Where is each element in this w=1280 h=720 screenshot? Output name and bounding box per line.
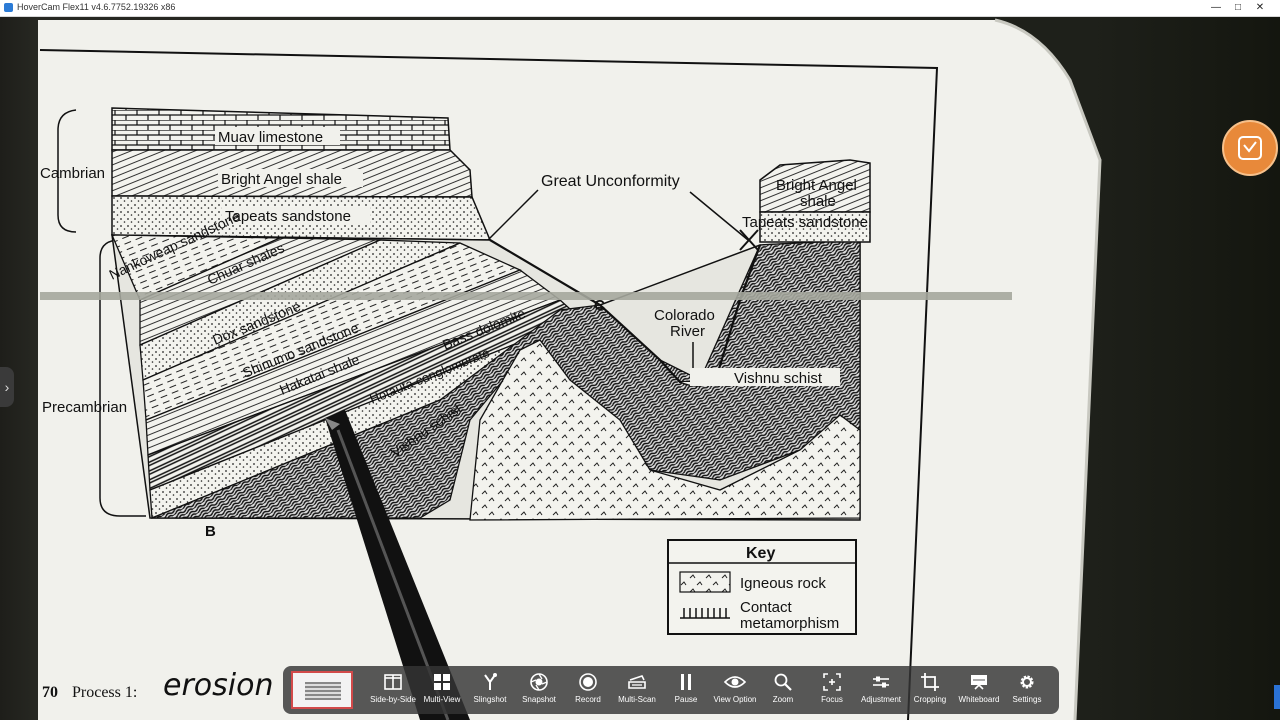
precambrian-label: Precambrian xyxy=(42,399,127,416)
focus-button[interactable]: Focus xyxy=(808,670,856,712)
question-label: Process 1: xyxy=(72,684,137,701)
record-button[interactable]: Record xyxy=(564,670,612,712)
camera-view: Muav limestone Bright Angel shale Tapeat… xyxy=(0,17,1280,720)
side-by-side-label: Side-by-Side xyxy=(370,695,416,704)
slingshot-label: Slingshot xyxy=(473,695,507,704)
whiteboard-label: Whiteboard xyxy=(958,695,1000,704)
preview-thumbnail[interactable] xyxy=(291,671,353,709)
vishnu-right-label: Vishnu schist xyxy=(734,370,823,387)
logo-icon[interactable] xyxy=(1222,120,1278,176)
multi-scan-label: Multi-Scan xyxy=(618,695,656,704)
pause-icon xyxy=(681,674,691,690)
slingshot-button[interactable]: Slingshot xyxy=(466,670,514,712)
app-icon xyxy=(4,3,13,12)
focus-icon xyxy=(823,673,841,691)
close-button[interactable]: ✕ xyxy=(1240,0,1280,16)
side-by-side-button[interactable]: Side-by-Side xyxy=(369,670,417,712)
gear-icon xyxy=(1020,675,1034,689)
snapshot-label: Snapshot xyxy=(522,695,556,704)
multi-scan-button[interactable]: Multi-Scan xyxy=(613,670,661,712)
handwritten-answer: erosion xyxy=(163,668,273,703)
whiteboard-button[interactable]: Whiteboard xyxy=(955,670,1003,712)
window-title: HoverCam Flex11 v4.6.7752.19326 x86 xyxy=(17,2,176,12)
key-metamorphism-label: metamorphism xyxy=(740,615,839,632)
slingshot-icon xyxy=(484,673,497,690)
multi-view-button[interactable]: Multi-View xyxy=(418,670,466,712)
cambrian-label: Cambrian xyxy=(40,165,105,182)
scroll-handle[interactable] xyxy=(1274,685,1280,709)
right-bright-angel-label: Bright Angel xyxy=(776,177,857,194)
question-number: 70 xyxy=(42,684,58,701)
tapeats-label: Tapeats sandstone xyxy=(225,208,351,225)
view-option-label: View Option xyxy=(713,695,757,704)
side-by-side-icon xyxy=(384,674,402,690)
pause-button[interactable]: Pause xyxy=(662,670,710,712)
zoom-label: Zoom xyxy=(772,695,794,704)
adjustment-label: Adjustment xyxy=(860,695,902,704)
key-contact-label: Contact xyxy=(740,599,793,616)
side-panel-toggle[interactable]: › xyxy=(0,367,14,407)
great-unconformity-label: Great Unconformity xyxy=(541,173,680,190)
eye-icon xyxy=(724,676,746,688)
whiteboard-icon xyxy=(971,675,987,690)
adjustment-button[interactable]: Adjustment xyxy=(857,670,905,712)
b-label: B xyxy=(205,523,216,540)
record-label: Record xyxy=(575,695,601,704)
pause-label: Pause xyxy=(674,695,698,704)
c-label: C xyxy=(594,297,605,314)
snapshot-button[interactable]: Snapshot xyxy=(515,670,563,712)
view-option-button[interactable]: View Option xyxy=(711,670,759,712)
zoom-button[interactable]: Zoom xyxy=(759,670,807,712)
key-igneous-label: Igneous rock xyxy=(740,575,826,592)
colorado-label: Colorado xyxy=(654,307,715,324)
adjustment-icon xyxy=(873,676,889,688)
snapshot-icon xyxy=(530,673,548,691)
multi-view-label: Multi-View xyxy=(423,695,461,704)
bottom-toolbar: Side-by-Side Multi-View Slingshot Snapsh… xyxy=(283,666,1059,714)
document-scan: Muav limestone Bright Angel shale Tapeat… xyxy=(38,18,1102,720)
key-title: Key xyxy=(746,545,775,562)
focus-label: Focus xyxy=(821,695,843,704)
record-icon xyxy=(579,673,597,691)
crop-icon xyxy=(921,673,939,691)
settings-label: Settings xyxy=(1012,695,1042,704)
title-bar: HoverCam Flex11 v4.6.7752.19326 x86 — □ … xyxy=(0,0,1280,17)
muav-limestone-label: Muav limestone xyxy=(218,129,323,146)
right-tapeats-label: Tapeats sandstone xyxy=(742,214,868,231)
bright-angel-label: Bright Angel shale xyxy=(221,171,342,188)
multi-scan-icon xyxy=(628,675,646,689)
cropping-button[interactable]: Cropping xyxy=(906,670,954,712)
settings-button[interactable]: Settings xyxy=(1003,670,1051,712)
cropping-label: Cropping xyxy=(913,695,947,704)
river-label: River xyxy=(670,323,705,340)
right-shale-label: shale xyxy=(800,193,836,210)
zoom-icon xyxy=(774,673,792,691)
multi-view-icon xyxy=(434,674,450,690)
